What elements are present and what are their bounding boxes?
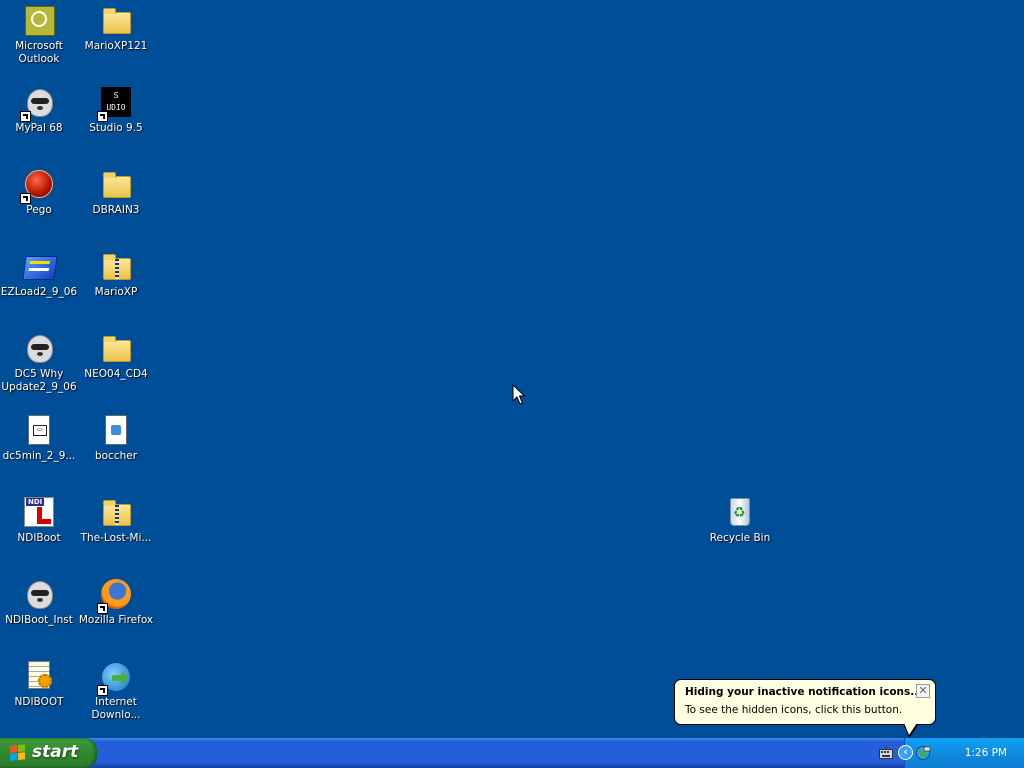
desktop-icon-dc5-why-update[interactable]: DC5 Why Update2_9_06 bbox=[0, 330, 78, 394]
zip-folder-icon bbox=[99, 496, 133, 530]
studio-icon: S UDIO bbox=[97, 86, 133, 122]
notepad-icon bbox=[22, 660, 56, 694]
desktop-icon-mypal-68[interactable]: MyPal 68 bbox=[0, 84, 78, 135]
recycle-bin-icon bbox=[723, 496, 757, 530]
ndi-icon: NDI bbox=[22, 496, 56, 530]
folder-icon bbox=[99, 332, 133, 366]
desktop-icon-marioxp[interactable]: MarioXP bbox=[77, 248, 155, 299]
show-hidden-icons-button[interactable]: ‹ bbox=[898, 745, 913, 760]
desktop-icon-label: Microsoft Outlook bbox=[15, 40, 63, 65]
desktop-icon-label: MarioXP121 bbox=[84, 40, 148, 52]
desktop-icon-neo04-cd4[interactable]: NEO04_CD4 bbox=[77, 330, 155, 381]
desktop-icon-label: Mozilla Firefox bbox=[78, 614, 154, 626]
shortcut-arrow-icon bbox=[97, 111, 108, 122]
start-button[interactable]: start bbox=[0, 738, 97, 768]
desktop-icon-label: dc5min_2_9... bbox=[2, 450, 76, 462]
notification-balloon[interactable]: Hiding your inactive notification icons.… bbox=[674, 679, 936, 738]
shortcut-arrow-icon bbox=[97, 603, 108, 614]
desktop-icon-dbrain3[interactable]: DBRAIN3 bbox=[77, 166, 155, 217]
desktop-icon-ezload2[interactable]: EZLoad2_9_06 bbox=[0, 248, 78, 299]
firefox-icon bbox=[97, 578, 133, 614]
windows-logo-icon bbox=[10, 744, 26, 762]
folder-icon bbox=[99, 168, 133, 202]
balloon-close-button[interactable]: ✕ bbox=[916, 684, 930, 698]
desktop-icon-ndiboot[interactable]: NDI NDIBoot bbox=[0, 494, 78, 545]
desktop-icon-pego[interactable]: Pego bbox=[0, 166, 78, 217]
outlook-icon bbox=[22, 4, 56, 38]
desktop-icon-label: NDIBOOT bbox=[14, 696, 64, 708]
desktop-icon-label: Studio 9.5 bbox=[89, 122, 143, 134]
desktop-icon-ndiboot-inst[interactable]: NDIBoot_Inst bbox=[0, 576, 78, 627]
desktop-icon-label: DBRAIN3 bbox=[92, 204, 140, 216]
notification-area[interactable]: ‹ 1:26 PM bbox=[879, 738, 1024, 768]
balloon-title: Hiding your inactive notification icons.… bbox=[685, 686, 923, 698]
desktop-icon-label: DC5 Why Update2_9_06 bbox=[1, 368, 77, 393]
desktop-icon-label: NDIBoot bbox=[17, 532, 61, 544]
desktop-icon-boccher[interactable]: boccher bbox=[77, 412, 155, 463]
desktop-icon-label: Pego bbox=[26, 204, 52, 216]
idm-icon bbox=[97, 660, 133, 696]
desktop-icon-label: EZLoad2_9_06 bbox=[0, 286, 78, 298]
desktop-icon-the-lost-mi[interactable]: The-Lost-Mi... bbox=[77, 494, 155, 545]
network-globe-icon[interactable] bbox=[915, 745, 931, 761]
desktop-icon-label: Internet Downlo... bbox=[91, 696, 141, 721]
raccoon-icon bbox=[22, 578, 56, 612]
balloon-body: To see the hidden icons, click this butt… bbox=[685, 704, 903, 716]
clock[interactable]: 1:26 PM bbox=[965, 747, 1007, 759]
raccoon-icon bbox=[22, 332, 56, 366]
media-file-icon bbox=[99, 414, 133, 448]
shortcut-arrow-icon bbox=[97, 685, 108, 696]
desktop-icon-label: MarioXP bbox=[94, 286, 138, 298]
desktop-icon-label: The-Lost-Mi... bbox=[80, 532, 152, 544]
start-button-label: start bbox=[32, 742, 79, 762]
desktop-icon-label: Recycle Bin bbox=[709, 532, 771, 544]
desktop-icon-dc5min[interactable]: ▭ dc5min_2_9... bbox=[0, 412, 78, 463]
desktop-icon-microsoft-outlook[interactable]: Microsoft Outlook bbox=[0, 2, 78, 66]
desktop-icon-recycle-bin[interactable]: Recycle Bin bbox=[701, 494, 779, 545]
shortcut-arrow-icon bbox=[20, 111, 31, 122]
desktop[interactable]: Microsoft Outlook MarioXP121 MyPal 68 S … bbox=[0, 0, 1024, 738]
shortcut-arrow-icon bbox=[20, 193, 31, 204]
taskbar[interactable]: start ‹ 1:26 PM bbox=[0, 738, 1024, 768]
file-icon: ▭ bbox=[22, 414, 56, 448]
desktop-icon-studio-9-5[interactable]: S UDIO Studio 9.5 bbox=[77, 84, 155, 135]
zip-folder-icon bbox=[99, 250, 133, 284]
desktop-icon-internet-download-manager[interactable]: Internet Downlo... bbox=[77, 658, 155, 722]
ezload-icon bbox=[22, 250, 58, 284]
keyboard-icon[interactable] bbox=[879, 746, 893, 759]
folder-icon bbox=[99, 4, 133, 38]
desktop-icon-ndiboot-txt[interactable]: NDIBOOT bbox=[0, 658, 78, 709]
desktop-icon-label: NDIBoot_Inst bbox=[5, 614, 73, 626]
pego-icon bbox=[20, 168, 56, 204]
desktop-icon-label: boccher bbox=[94, 450, 138, 462]
desktop-icon-label: NEO04_CD4 bbox=[84, 368, 148, 380]
mouse-pointer-icon bbox=[512, 384, 526, 405]
desktop-icon-mozilla-firefox[interactable]: Mozilla Firefox bbox=[77, 576, 155, 627]
raccoon-icon bbox=[20, 86, 56, 122]
desktop-icon-marioxp121[interactable]: MarioXP121 bbox=[77, 2, 155, 53]
desktop-icon-label: MyPal 68 bbox=[15, 122, 63, 134]
